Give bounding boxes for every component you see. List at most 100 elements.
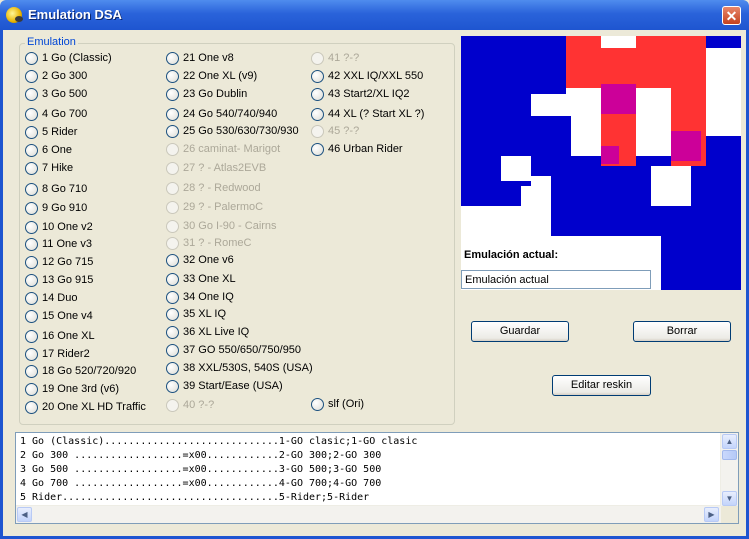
emulation-list-textarea[interactable]: 1 Go (Classic)..........................… xyxy=(15,432,739,524)
emulation-option[interactable]: 42 XXL IQ/XXL 550 xyxy=(311,68,423,84)
emulation-option[interactable]: 23 Go Dublin xyxy=(166,86,247,102)
radio-icon[interactable] xyxy=(25,273,38,287)
emulation-option[interactable]: 13 Go 915 xyxy=(25,272,93,288)
current-emulation-field[interactable]: Emulación actual xyxy=(461,270,651,289)
emulation-option-label: 44 XL (? Start XL ?) xyxy=(328,108,425,120)
emulation-option[interactable]: 10 One v2 xyxy=(25,219,93,235)
emulation-option[interactable]: 16 One XL xyxy=(25,328,95,344)
emulation-option[interactable]: 6 One xyxy=(25,142,72,158)
emulation-option[interactable]: 43 Start2/XL IQ2 xyxy=(311,86,410,102)
save-button[interactable]: Guardar xyxy=(471,321,569,342)
radio-icon[interactable] xyxy=(311,397,324,411)
emulation-option[interactable]: 22 One XL (v9) xyxy=(166,68,257,84)
emulation-option-label: 45 ?-? xyxy=(328,125,360,137)
radio-icon[interactable] xyxy=(311,107,324,121)
emulation-option-label: 14 Duo xyxy=(42,292,78,304)
list-line: 1 Go (Classic)..........................… xyxy=(20,436,418,447)
radio-icon[interactable] xyxy=(166,87,179,101)
radio-icon[interactable] xyxy=(25,347,38,361)
radio-icon[interactable] xyxy=(25,51,38,65)
radio-icon[interactable] xyxy=(166,51,179,65)
emulation-option-label: 20 One XL HD Traffic xyxy=(42,401,146,413)
emulation-option[interactable]: 5 Rider xyxy=(25,124,77,140)
radio-icon[interactable] xyxy=(25,87,38,101)
emulation-option[interactable]: 19 One 3rd (v6) xyxy=(25,381,119,397)
emulation-option[interactable]: 32 One v6 xyxy=(166,252,234,268)
emulation-option[interactable]: 34 One IQ xyxy=(166,289,234,305)
emulation-option[interactable]: 46 Urban Rider xyxy=(311,141,403,157)
emulation-option[interactable]: 21 One v8 xyxy=(166,50,234,66)
emulation-option[interactable]: 20 One XL HD Traffic xyxy=(25,399,146,415)
edit-reskin-button[interactable]: Editar reskin xyxy=(552,375,651,396)
horizontal-scrollbar[interactable]: ◀ ▶ xyxy=(16,505,721,523)
radio-icon[interactable] xyxy=(166,69,179,83)
radio-icon[interactable] xyxy=(311,142,324,156)
radio-icon xyxy=(166,236,179,250)
emulation-option[interactable]: 3 Go 500 xyxy=(25,86,87,102)
emulation-option[interactable]: 15 One v4 xyxy=(25,308,93,324)
radio-icon[interactable] xyxy=(166,325,179,339)
emulation-option[interactable]: 35 XL IQ xyxy=(166,306,226,322)
radio-icon[interactable] xyxy=(25,382,38,396)
pixel-block xyxy=(601,84,636,114)
scroll-up-icon[interactable]: ▲ xyxy=(722,434,737,449)
radio-icon[interactable] xyxy=(25,125,38,139)
emulation-option[interactable]: 8 Go 710 xyxy=(25,181,87,197)
radio-icon[interactable] xyxy=(166,343,179,357)
radio-icon[interactable] xyxy=(25,291,38,305)
vertical-scrollbar[interactable]: ▲ ▼ xyxy=(720,433,738,507)
emulation-option[interactable]: 33 One XL xyxy=(166,271,236,287)
radio-icon[interactable] xyxy=(25,161,38,175)
radio-icon[interactable] xyxy=(166,379,179,393)
emulation-option[interactable]: 39 Start/Ease (USA) xyxy=(166,378,283,394)
emulation-option[interactable]: 7 Hike xyxy=(25,160,73,176)
radio-icon[interactable] xyxy=(166,124,179,138)
radio-icon[interactable] xyxy=(166,253,179,267)
radio-icon[interactable] xyxy=(25,107,38,121)
radio-icon[interactable] xyxy=(25,255,38,269)
radio-icon[interactable] xyxy=(25,182,38,196)
emulation-option[interactable]: 36 XL Live IQ xyxy=(166,324,249,340)
emulation-option[interactable]: 24 Go 540/740/940 xyxy=(166,106,277,122)
emulation-option[interactable]: 2 Go 300 xyxy=(25,68,87,84)
scroll-right-icon[interactable]: ▶ xyxy=(704,507,719,522)
emulation-option[interactable]: 14 Duo xyxy=(25,290,77,306)
emulation-option[interactable]: 11 One v3 xyxy=(25,236,92,252)
scroll-thumb[interactable] xyxy=(722,450,737,460)
close-button[interactable]: ✕ xyxy=(722,6,741,25)
emulation-option[interactable]: 17 Rider2 xyxy=(25,346,90,362)
emulation-option[interactable]: 9 Go 910 xyxy=(25,200,87,216)
radio-icon[interactable] xyxy=(25,220,38,234)
emulation-option[interactable]: 12 Go 715 xyxy=(25,254,93,270)
radio-icon xyxy=(166,200,179,214)
radio-icon[interactable] xyxy=(25,201,38,215)
emulation-option[interactable]: 25 Go 530/630/730/930 xyxy=(166,123,299,139)
delete-button[interactable]: Borrar xyxy=(633,321,731,342)
emulation-option[interactable]: 4 Go 700 xyxy=(25,106,87,122)
emulation-option[interactable]: slf (Ori) xyxy=(311,396,364,412)
radio-icon[interactable] xyxy=(311,69,324,83)
radio-icon[interactable] xyxy=(166,272,179,286)
radio-icon[interactable] xyxy=(25,69,38,83)
radio-icon[interactable] xyxy=(166,107,179,121)
emulation-option[interactable]: 18 Go 520/720/920 xyxy=(25,363,136,379)
window-title: Emulation DSA xyxy=(28,7,122,22)
emulation-option[interactable]: 44 XL (? Start XL ?) xyxy=(311,106,424,122)
radio-icon[interactable] xyxy=(25,237,38,251)
radio-icon[interactable] xyxy=(166,307,179,321)
scroll-down-icon[interactable]: ▼ xyxy=(722,491,737,506)
emulation-option-label: 10 One v2 xyxy=(42,221,93,233)
radio-icon[interactable] xyxy=(166,290,179,304)
emulation-option[interactable]: 38 XXL/530S, 540S (USA) xyxy=(166,360,313,376)
pixel-block xyxy=(566,48,706,88)
radio-icon[interactable] xyxy=(25,400,38,414)
radio-icon[interactable] xyxy=(25,309,38,323)
emulation-option[interactable]: 37 GO 550/650/750/950 xyxy=(166,342,301,358)
scroll-left-icon[interactable]: ◀ xyxy=(17,507,32,522)
emulation-option[interactable]: 1 Go (Classic) xyxy=(25,50,112,66)
radio-icon[interactable] xyxy=(166,361,179,375)
radio-icon[interactable] xyxy=(25,143,38,157)
radio-icon[interactable] xyxy=(25,329,38,343)
radio-icon[interactable] xyxy=(311,87,324,101)
radio-icon[interactable] xyxy=(25,364,38,378)
